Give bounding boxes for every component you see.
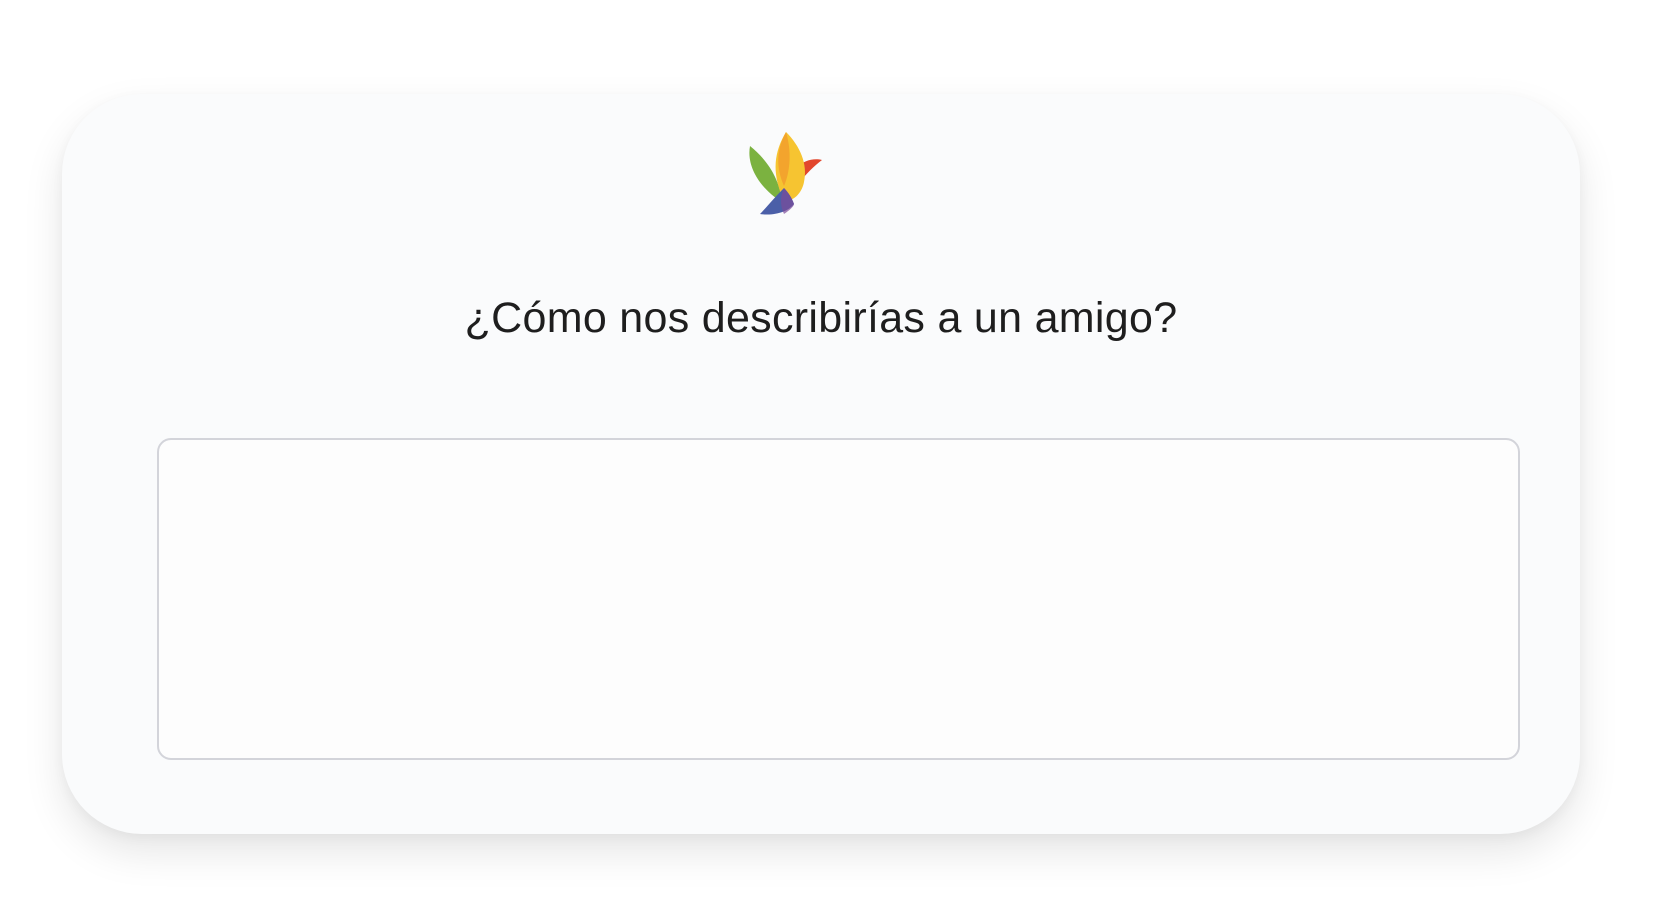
bird-logo-icon: [749, 132, 822, 215]
survey-card: ¿Cómo nos describirías a un amigo?: [62, 94, 1580, 834]
survey-question: ¿Cómo nos describirías a un amigo?: [464, 294, 1178, 342]
answer-textarea[interactable]: [157, 438, 1520, 760]
